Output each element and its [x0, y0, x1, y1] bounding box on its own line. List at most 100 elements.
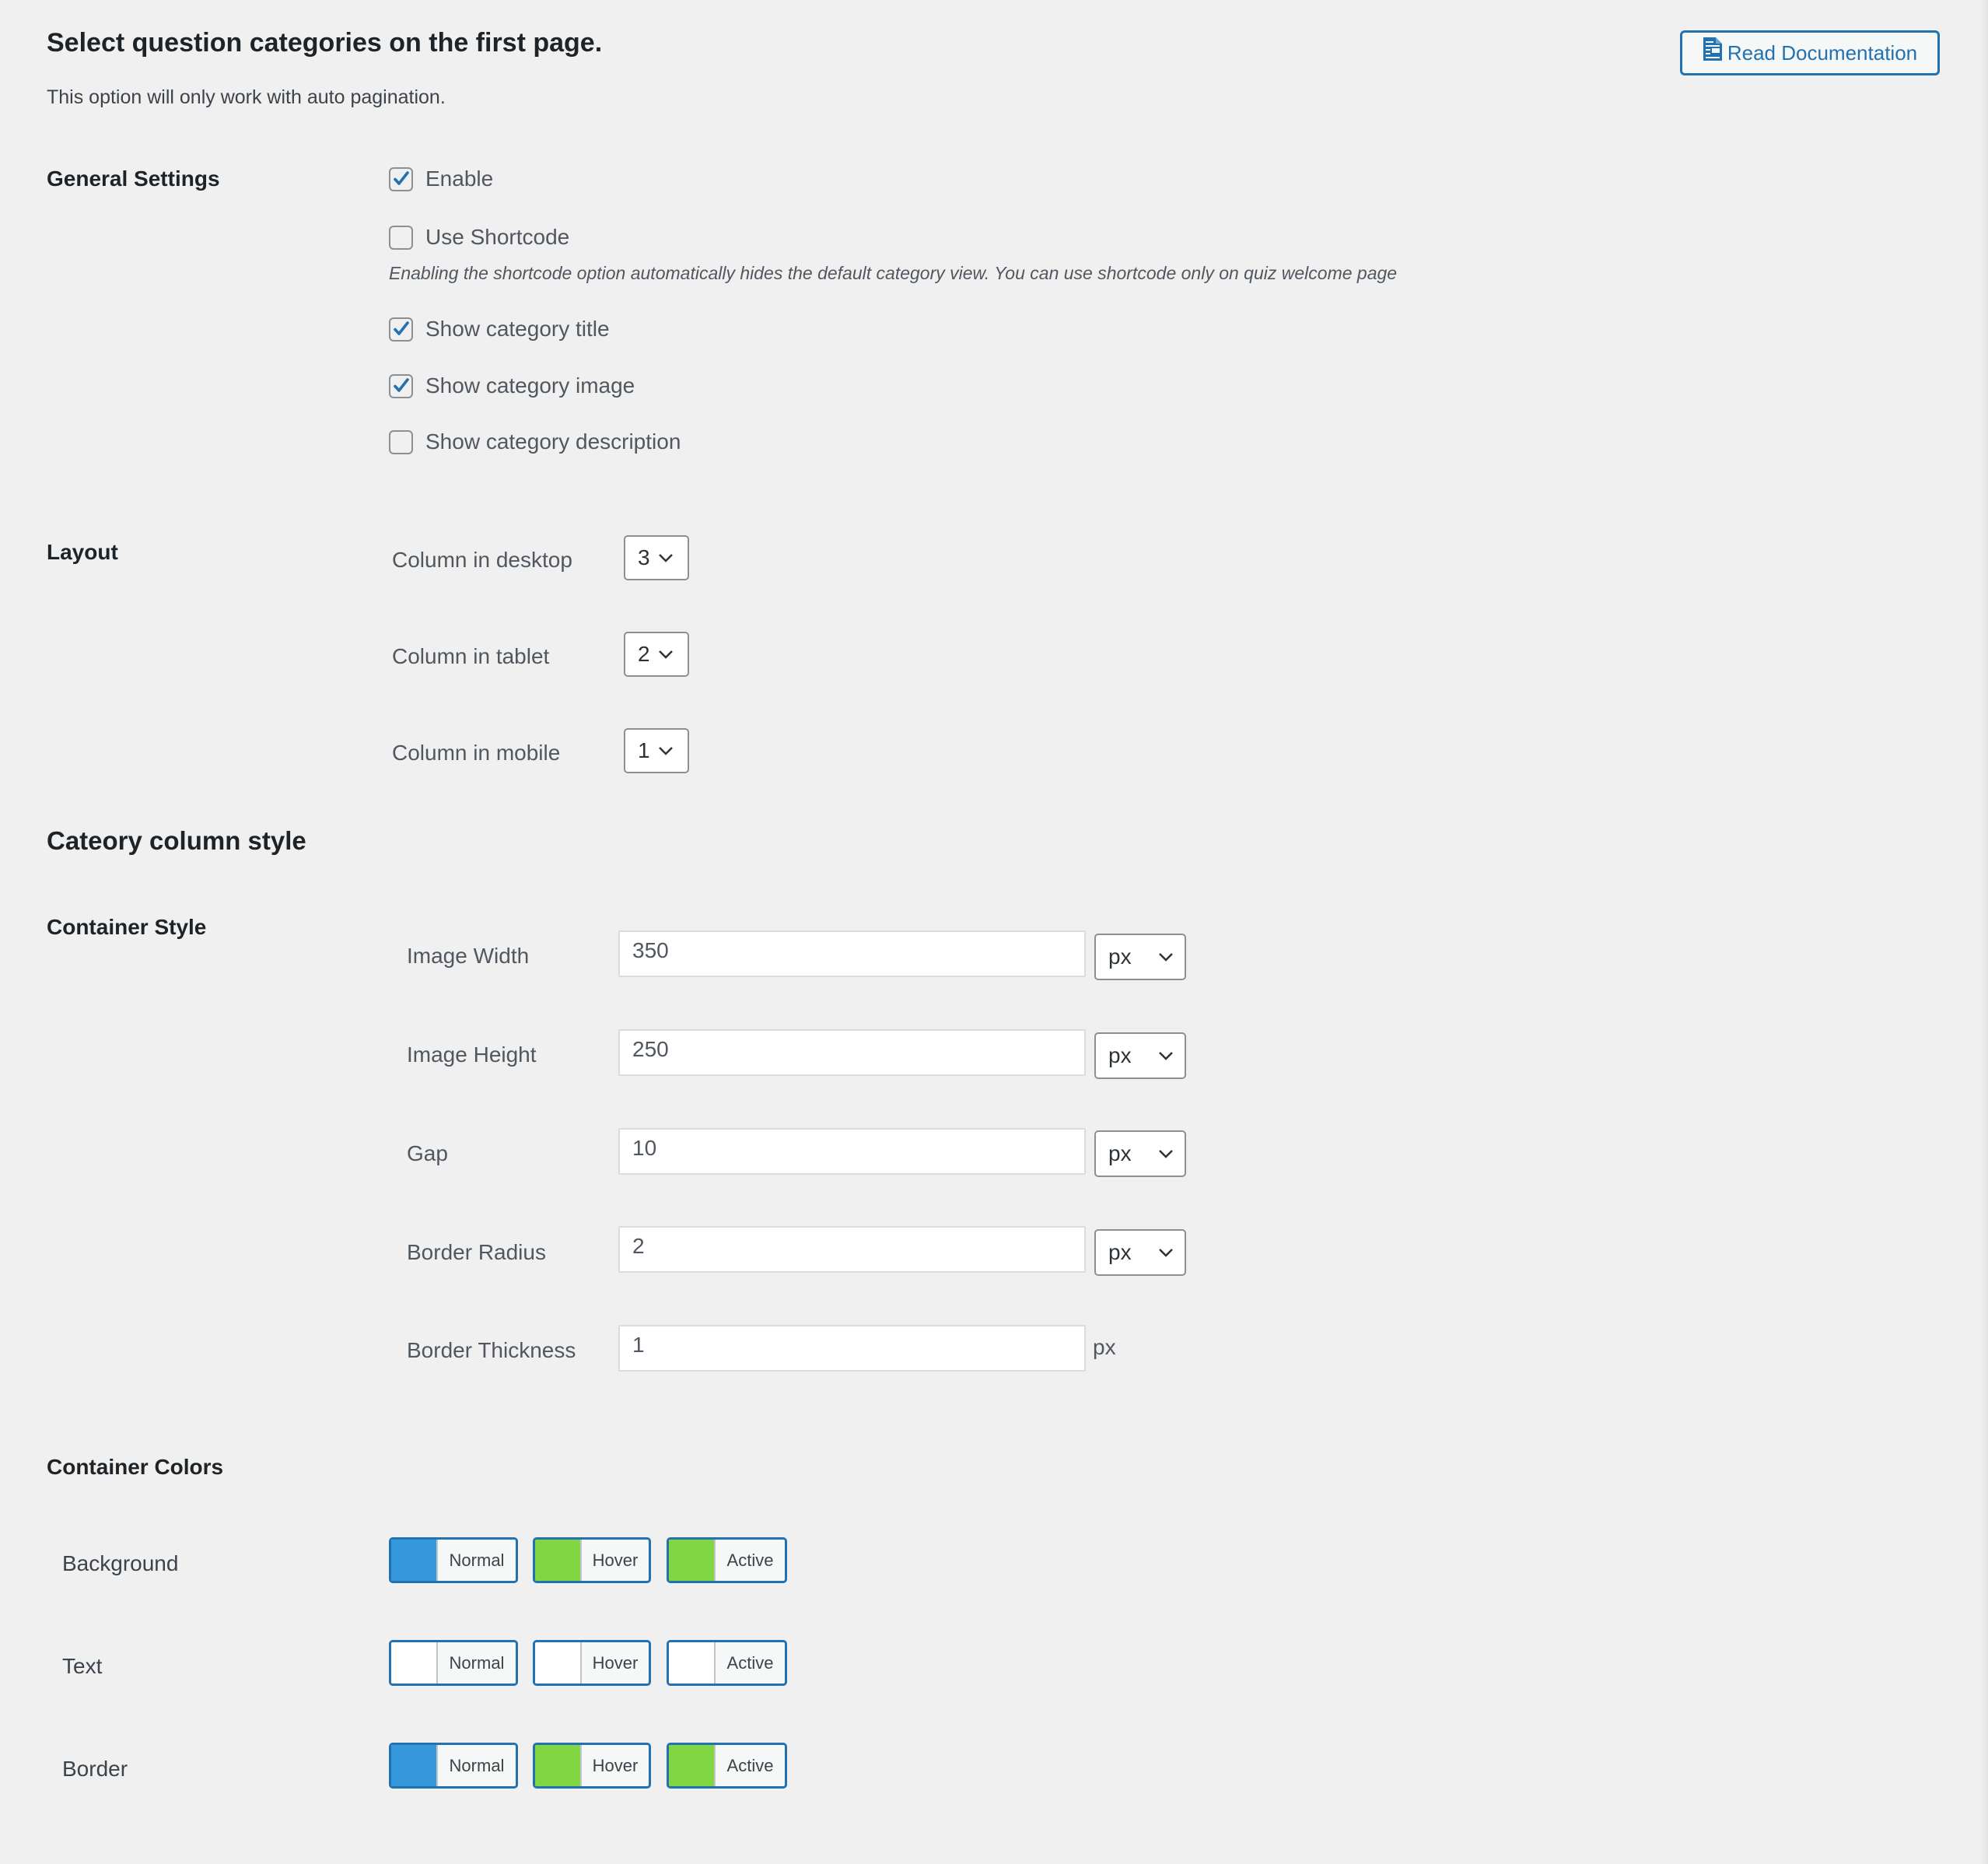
border-radius-unit-select[interactable]: px	[1094, 1229, 1186, 1276]
border-thickness-unit: px	[1093, 1335, 1116, 1359]
color-state-label: Active	[726, 1652, 774, 1673]
chevron-down-icon	[1159, 953, 1173, 962]
image-width-input[interactable]: 350	[618, 930, 1086, 977]
show-category-title-checkbox[interactable]	[389, 317, 413, 342]
border-radius-value: 2	[632, 1234, 645, 1258]
border-active-color-button[interactable]: Active	[667, 1743, 787, 1789]
color-swatch	[391, 1642, 438, 1684]
color-swatch	[669, 1642, 716, 1684]
show-category-title-label: Show category title	[425, 317, 610, 341]
color-state-label: Normal	[449, 1550, 505, 1570]
container-colors-label: Container Colors	[47, 1455, 224, 1479]
show-category-description-label: Show category description	[425, 429, 681, 454]
image-height-label: Image Height	[407, 1042, 537, 1067]
image-width-unit-select[interactable]: px	[1094, 934, 1186, 980]
color-state-label: Active	[726, 1755, 774, 1775]
column-tablet-select[interactable]: 2	[624, 632, 689, 677]
use-shortcode-label: Use Shortcode	[425, 225, 570, 249]
border-radius-unit: px	[1108, 1240, 1132, 1264]
chevron-down-icon	[658, 554, 673, 562]
general-settings-label: General Settings	[47, 166, 220, 191]
gap-value: 10	[632, 1136, 657, 1160]
enable-checkbox[interactable]	[389, 166, 413, 191]
color-swatch	[669, 1540, 716, 1581]
background-normal-color-button[interactable]: Normal	[389, 1537, 518, 1583]
border-thickness-value: 1	[632, 1333, 645, 1357]
chevron-down-icon	[1159, 1249, 1173, 1257]
background-active-color-button[interactable]: Active	[667, 1537, 787, 1583]
border-color-label: Border	[62, 1757, 128, 1781]
column-desktop-select[interactable]: 3	[624, 535, 689, 580]
scrollbar-track	[1980, 0, 1988, 1864]
option-enable[interactable]: Enable	[389, 166, 493, 191]
gap-input[interactable]: 10	[618, 1128, 1086, 1175]
shortcode-help-text: Enabling the shortcode option automatica…	[389, 263, 1398, 283]
column-mobile-label: Column in mobile	[392, 741, 561, 765]
column-tablet-value: 2	[638, 642, 650, 666]
color-swatch	[391, 1745, 438, 1786]
column-desktop-value: 3	[638, 545, 650, 569]
gap-unit: px	[1108, 1141, 1132, 1165]
option-show-category-description[interactable]: Show category description	[389, 429, 681, 454]
read-documentation-button[interactable]: Read Documentation	[1680, 30, 1940, 75]
layout-label: Layout	[47, 540, 118, 564]
enable-label: Enable	[425, 166, 494, 191]
image-width-unit: px	[1108, 944, 1132, 969]
image-width-value: 350	[632, 938, 669, 962]
page-title: Select question categories on the first …	[47, 28, 603, 58]
color-state-label: Hover	[592, 1755, 639, 1775]
border-hover-color-button[interactable]: Hover	[533, 1743, 651, 1789]
background-hover-color-button[interactable]: Hover	[533, 1537, 651, 1583]
border-radius-label: Border Radius	[407, 1240, 546, 1264]
gap-label: Gap	[407, 1141, 448, 1165]
option-show-category-title[interactable]: Show category title	[389, 317, 610, 342]
use-shortcode-checkbox[interactable]	[389, 225, 413, 250]
text-color-label: Text	[62, 1654, 103, 1678]
color-swatch	[669, 1745, 716, 1786]
chevron-down-icon	[658, 747, 673, 755]
container-style-label: Container Style	[47, 915, 207, 939]
image-height-unit: px	[1108, 1043, 1132, 1067]
category-column-style-heading: Cateory column style	[47, 826, 306, 855]
background-color-label: Background	[62, 1551, 179, 1575]
color-state-label: Hover	[592, 1550, 639, 1570]
column-desktop-label: Column in desktop	[392, 548, 572, 572]
option-use-shortcode[interactable]: Use Shortcode	[389, 225, 569, 250]
show-category-image-label: Show category image	[425, 373, 635, 398]
color-swatch	[391, 1540, 438, 1581]
color-swatch	[535, 1540, 582, 1581]
show-category-description-checkbox[interactable]	[389, 429, 413, 454]
color-swatch	[535, 1642, 582, 1684]
option-show-category-image[interactable]: Show category image	[389, 373, 635, 398]
checkmark-icon	[393, 378, 409, 392]
read-documentation-label: Read Documentation	[1727, 40, 1918, 65]
color-state-label: Normal	[449, 1755, 505, 1775]
border-normal-color-button[interactable]: Normal	[389, 1743, 518, 1789]
column-mobile-value: 1	[638, 738, 650, 762]
color-state-label: Active	[726, 1550, 774, 1570]
column-tablet-label: Column in tablet	[392, 644, 550, 668]
border-radius-input[interactable]: 2	[618, 1226, 1086, 1273]
color-swatch	[535, 1745, 582, 1786]
chevron-down-icon	[1159, 1150, 1173, 1158]
document-icon	[1703, 37, 1722, 61]
text-hover-color-button[interactable]: Hover	[533, 1640, 651, 1686]
chevron-down-icon	[658, 650, 673, 659]
image-width-label: Image Width	[407, 944, 530, 968]
text-active-color-button[interactable]: Active	[667, 1640, 787, 1686]
border-thickness-input[interactable]: 1	[618, 1325, 1086, 1372]
gap-unit-select[interactable]: px	[1094, 1130, 1186, 1177]
image-height-unit-select[interactable]: px	[1094, 1032, 1186, 1079]
image-height-input[interactable]: 250	[618, 1029, 1086, 1076]
checkmark-icon	[393, 171, 409, 185]
color-state-label: Normal	[449, 1652, 505, 1673]
image-height-value: 250	[632, 1037, 669, 1061]
chevron-down-icon	[1159, 1052, 1173, 1060]
text-normal-color-button[interactable]: Normal	[389, 1640, 518, 1686]
show-category-image-checkbox[interactable]	[389, 373, 413, 398]
column-mobile-select[interactable]: 1	[624, 728, 689, 773]
page-description: This option will only work with auto pag…	[47, 86, 446, 108]
color-state-label: Hover	[592, 1652, 639, 1673]
border-thickness-label: Border Thickness	[407, 1338, 576, 1362]
checkmark-icon	[393, 321, 409, 335]
